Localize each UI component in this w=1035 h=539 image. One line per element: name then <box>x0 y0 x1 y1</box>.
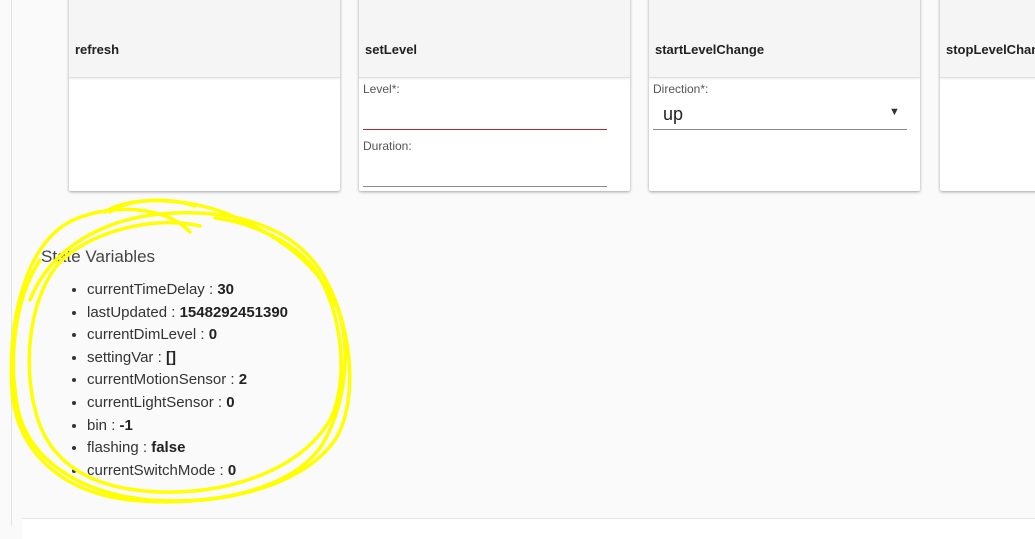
state-variables-list: currentTimeDelay : 30 lastUpdated : 1548… <box>43 279 288 482</box>
command-card-stoplevelchange: stopLevelChange <box>940 0 1035 191</box>
page-left-border <box>11 0 12 526</box>
list-item: settingVar : [] <box>87 347 288 370</box>
command-card-header: setLevel <box>359 0 630 78</box>
refresh-button[interactable]: refresh <box>75 42 119 57</box>
dropdown-arrow-icon[interactable]: ▼ <box>889 106 900 118</box>
list-item: bin : -1 <box>87 415 288 438</box>
direction-select-underline <box>653 129 907 130</box>
command-card-startlevelchange: startLevelChange Direction*: up ▼ <box>649 0 920 191</box>
direction-field-label: Direction*: <box>653 82 709 96</box>
startlevelchange-button[interactable]: startLevelChange <box>655 42 764 57</box>
bottom-panel <box>22 518 1035 539</box>
command-card-header: startLevelChange <box>649 0 920 78</box>
command-card-header: refresh <box>69 0 340 78</box>
list-item: flashing : false <box>87 437 288 460</box>
list-item: currentLightSensor : 0 <box>87 392 288 415</box>
duration-input[interactable] <box>363 186 607 187</box>
command-card-setlevel: setLevel Level*: Duration: <box>359 0 630 191</box>
list-item: currentSwitchMode : 0 <box>87 460 288 483</box>
level-input[interactable] <box>363 129 607 130</box>
level-field-label: Level*: <box>363 82 400 96</box>
direction-select[interactable]: up <box>663 104 683 125</box>
duration-field-label: Duration: <box>363 139 412 153</box>
stoplevelchange-button[interactable]: stopLevelChange <box>946 42 1035 57</box>
list-item: currentDimLevel : 0 <box>87 324 288 347</box>
state-variables-heading: State Variables <box>41 247 156 266</box>
list-item: lastUpdated : 1548292451390 <box>87 302 288 325</box>
command-card-header: stopLevelChange <box>940 0 1035 78</box>
command-card-refresh: refresh <box>69 0 340 191</box>
list-item: currentTimeDelay : 30 <box>87 279 288 302</box>
setlevel-button[interactable]: setLevel <box>365 42 417 57</box>
list-item: currentMotionSensor : 2 <box>87 369 288 392</box>
